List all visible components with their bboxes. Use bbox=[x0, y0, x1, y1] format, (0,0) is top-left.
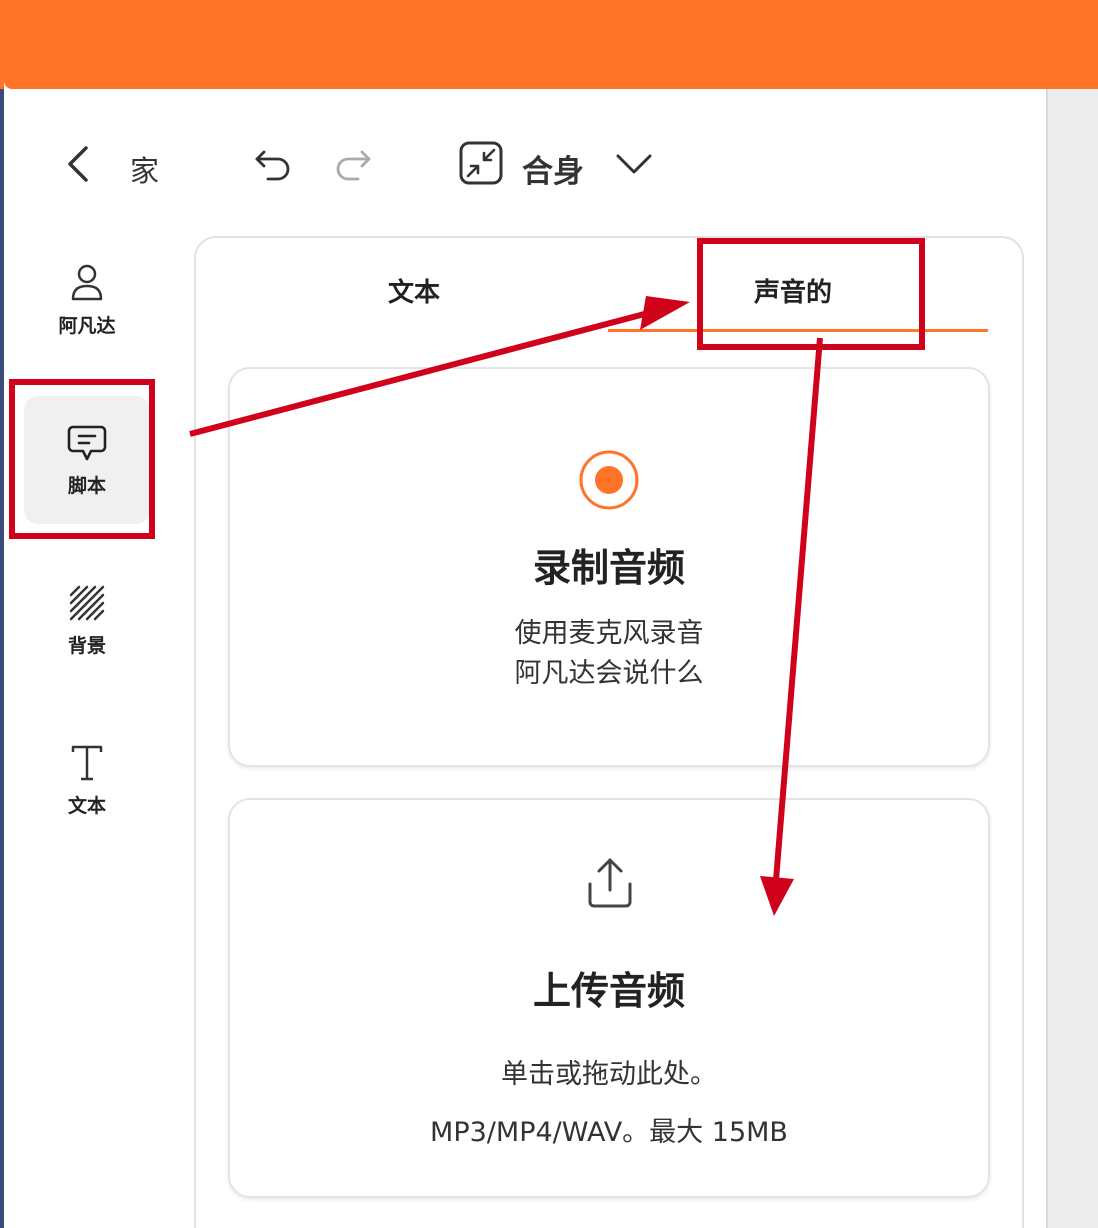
sidebar-item-label: 背景 bbox=[67, 634, 106, 657]
upload-audio-title: 上传音频 bbox=[532, 969, 685, 1013]
record-audio-title: 录制音频 bbox=[532, 546, 685, 590]
hatch-pattern-icon bbox=[69, 585, 105, 620]
fit-zoom-label[interactable]: 合身 bbox=[522, 146, 584, 191]
fit-to-screen-icon[interactable] bbox=[458, 140, 504, 186]
sidebar-item-avatar[interactable]: 阿凡达 bbox=[24, 236, 150, 364]
chat-icon bbox=[67, 425, 107, 460]
sidebar-item-script[interactable]: 脚本 bbox=[24, 396, 150, 524]
upload-audio-line2: MP3/MP4/WAV。最大 15MB bbox=[430, 1117, 788, 1148]
upload-audio-card[interactable]: 上传音频 单击或拖动此处。 MP3/MP4/WAV。最大 15MB bbox=[228, 798, 990, 1198]
undo-icon[interactable] bbox=[252, 146, 294, 182]
active-tab-indicator bbox=[608, 329, 988, 332]
editor-toolbar: 家 合身 bbox=[0, 130, 1040, 200]
text-t-icon bbox=[71, 745, 103, 780]
top-header-bar bbox=[4, 0, 1098, 89]
person-icon bbox=[71, 264, 103, 300]
chevron-down-icon[interactable] bbox=[612, 148, 656, 180]
record-audio-card[interactable]: 录制音频 使用麦克风录音 阿凡达会说什么 bbox=[228, 367, 990, 767]
sidebar-item-background[interactable]: 背景 bbox=[24, 556, 150, 684]
sidebar-item-label: 文本 bbox=[67, 794, 106, 817]
app-window: 家 合身 阿凡达 脚本 背景 文本 文本 声音的 录制音频 使用麦克风录音 阿凡… bbox=[0, 0, 1098, 1228]
upload-audio-line1: 单击或拖动此处。 bbox=[501, 1059, 717, 1090]
window-left-edge-top bbox=[0, 0, 4, 89]
right-background-strip bbox=[1048, 89, 1098, 1228]
tab-text[interactable]: 文本 bbox=[388, 272, 440, 309]
back-chevron-icon[interactable] bbox=[60, 144, 100, 184]
tab-audio[interactable]: 声音的 bbox=[754, 272, 832, 309]
record-audio-line1: 使用麦克风录音 bbox=[514, 618, 704, 649]
sidebar-item-label: 脚本 bbox=[67, 474, 106, 497]
sidebar-item-label: 阿凡达 bbox=[58, 314, 116, 337]
home-link[interactable]: 家 bbox=[130, 148, 159, 190]
sidebar-item-text[interactable]: 文本 bbox=[24, 716, 150, 844]
redo-icon[interactable] bbox=[332, 146, 374, 182]
record-audio-line2: 阿凡达会说什么 bbox=[514, 658, 704, 689]
upload-icon bbox=[588, 858, 632, 908]
record-icon bbox=[579, 450, 639, 510]
